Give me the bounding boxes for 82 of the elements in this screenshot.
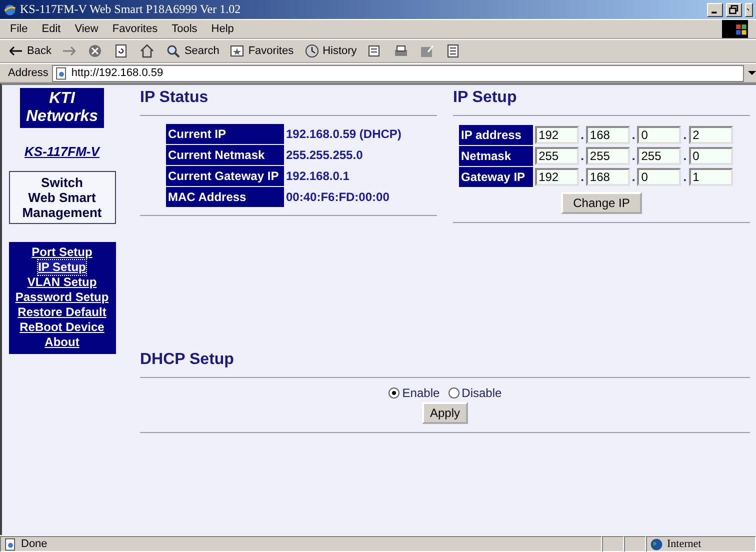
menu-item[interactable]: View <box>72 23 100 35</box>
nav-link[interactable]: About <box>44 335 80 350</box>
octet-input[interactable]: 255 <box>637 147 682 165</box>
field-value: 255.255.255.0 <box>285 147 364 164</box>
window-title: KS-117FM-V Web Smart P18A6999 Ver 1.02 <box>20 2 242 17</box>
history-button[interactable]: History <box>304 43 357 59</box>
logo: KTI Networks <box>20 88 104 128</box>
separator-dot: . <box>630 149 636 163</box>
browser-icon <box>3 2 17 16</box>
page-icon <box>55 66 68 80</box>
stop-icon[interactable] <box>87 43 104 59</box>
globe-icon <box>650 538 663 550</box>
back-button[interactable]: Back <box>8 43 52 59</box>
separator-dot: . <box>682 170 688 184</box>
field-label: Current Gateway IP <box>166 166 284 186</box>
octet-input[interactable]: 192 <box>534 126 579 144</box>
menu-item[interactable]: Help <box>209 23 236 35</box>
nav-link[interactable]: Restore Default <box>18 305 106 320</box>
search-icon <box>165 43 182 59</box>
separator-dot: . <box>630 128 636 142</box>
radio-label: Disable <box>462 386 502 400</box>
home-icon[interactable] <box>139 43 156 59</box>
octet-input[interactable]: 0 <box>637 126 682 144</box>
menu-item[interactable]: Edit <box>40 23 63 35</box>
address-label: Address <box>8 67 48 79</box>
octet-input[interactable]: 168 <box>586 168 630 186</box>
nav-link[interactable]: Password Setup <box>15 290 109 305</box>
separator-dot: . <box>580 149 585 163</box>
field-value: 00:40:F6:FD:00:00 <box>285 189 390 206</box>
document-icon[interactable] <box>444 43 461 59</box>
octet-input[interactable]: 192 <box>534 168 579 186</box>
section-title: IP Setup <box>453 89 518 108</box>
field-label: MAC Address <box>166 187 284 207</box>
separator-dot: . <box>630 170 636 184</box>
field-label: IP address <box>459 125 533 145</box>
nav-link[interactable]: VLAN Setup <box>27 275 97 290</box>
address-field[interactable]: http://192.168.0.59 <box>52 64 744 82</box>
change-ip-button[interactable]: Change IP <box>561 192 642 214</box>
section-title: IP Status <box>140 89 210 108</box>
octet-input[interactable]: 0 <box>637 168 682 186</box>
nav-link[interactable]: ReBoot Device <box>20 320 104 335</box>
zone-text: Internet <box>667 538 702 550</box>
windows-logo-icon <box>722 20 748 38</box>
radio-button[interactable] <box>448 387 460 399</box>
apply-button[interactable]: Apply <box>422 402 468 424</box>
separator-dot: . <box>580 128 585 142</box>
separator-dot: . <box>580 170 585 184</box>
field-label: Current Netmask <box>166 145 284 165</box>
octet-input[interactable]: 2 <box>688 126 733 144</box>
octet-input[interactable]: 1 <box>688 168 733 186</box>
nav-link[interactable]: IP Setup <box>38 260 86 275</box>
octet-input[interactable]: 168 <box>586 126 630 144</box>
menu-item[interactable]: Favorites <box>110 23 160 35</box>
octet-input[interactable]: 255 <box>586 147 630 165</box>
model-link[interactable]: KS-117FM-V <box>24 144 100 159</box>
minimize-icon[interactable] <box>707 2 723 16</box>
section-title: DHCP Setup <box>140 351 235 370</box>
field-label: Netmask <box>459 146 533 166</box>
nav-link[interactable]: Port Setup <box>32 245 92 260</box>
field-value: 192.168.0.59 (DHCP) <box>285 126 402 143</box>
octet-input[interactable]: 255 <box>534 147 579 165</box>
favorites-button[interactable]: Favorites <box>229 43 294 59</box>
menu-item[interactable]: File <box>8 23 30 35</box>
dropdown-icon[interactable] <box>748 69 756 77</box>
page-icon <box>4 538 17 550</box>
refresh-icon[interactable] <box>113 43 130 59</box>
octet-input[interactable]: 0 <box>688 147 733 165</box>
field-label: Current IP <box>166 124 284 144</box>
restore-icon[interactable] <box>726 2 742 16</box>
edit-icon[interactable] <box>418 43 435 59</box>
field-value: 192.168.0.1 <box>285 168 350 185</box>
status-text: Done <box>21 538 48 550</box>
radio-button[interactable] <box>388 387 400 399</box>
separator-dot: . <box>682 149 688 163</box>
radio-label: Enable <box>402 386 440 400</box>
menu-item[interactable]: Tools <box>170 23 200 35</box>
print-icon[interactable] <box>392 43 409 59</box>
separator-dot: . <box>682 128 688 142</box>
search-button[interactable]: Search <box>165 43 220 59</box>
clock-icon <box>304 43 320 59</box>
product-name: Switch Web Smart Management <box>8 171 116 224</box>
field-label: Gateway IP <box>459 167 533 187</box>
